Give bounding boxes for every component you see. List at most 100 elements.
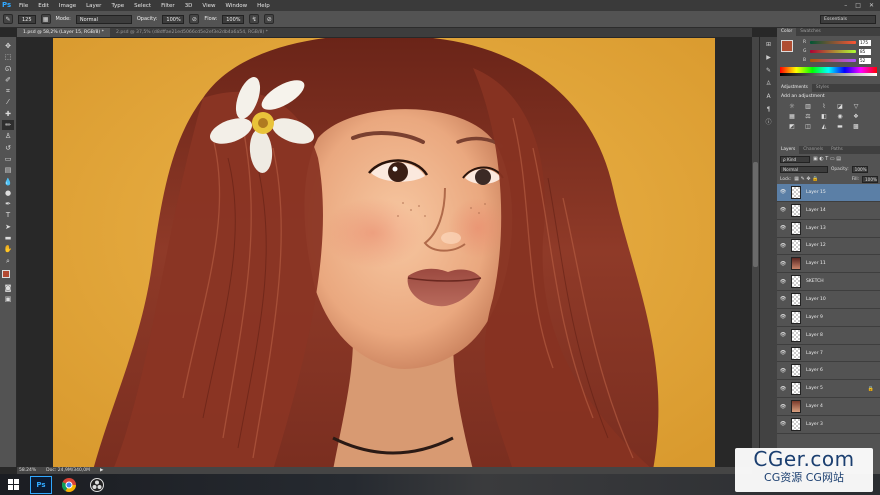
blur-icon[interactable]: 💧: [2, 177, 14, 187]
selective-color-icon[interactable]: ▩: [851, 123, 861, 130]
menu-type[interactable]: Type: [106, 3, 129, 9]
visibility-eye-icon[interactable]: 👁: [777, 225, 789, 231]
windows-start-icon[interactable]: [2, 476, 24, 494]
shape-icon[interactable]: ▬: [2, 233, 14, 243]
history-brush-icon[interactable]: ↺: [2, 143, 14, 153]
visibility-eye-icon[interactable]: 👁: [777, 243, 789, 249]
brush-size-picker[interactable]: 125: [18, 14, 36, 24]
tab-swatches[interactable]: Swatches: [796, 28, 825, 36]
lasso-icon[interactable]: ᘏ: [2, 64, 14, 74]
layer-row[interactable]: 👁 Layer 12: [777, 237, 880, 256]
vibrance-icon[interactable]: ▽: [851, 103, 861, 110]
character-panel-icon[interactable]: A: [763, 92, 774, 101]
threshold-icon[interactable]: ◭: [819, 123, 829, 130]
pressure-size-icon[interactable]: ⊘: [264, 14, 275, 24]
properties-panel-icon[interactable]: ⓘ: [763, 118, 774, 127]
chrome-icon[interactable]: [58, 476, 80, 494]
visibility-eye-icon[interactable]: 👁: [777, 279, 789, 285]
layer-row[interactable]: 👁 Layer 8: [777, 326, 880, 345]
black-white-icon[interactable]: ◧: [819, 113, 829, 120]
vertical-scrollbar[interactable]: [752, 37, 759, 467]
workspace-select[interactable]: Essentials: [820, 15, 876, 24]
paragraph-panel-icon[interactable]: ¶: [763, 105, 774, 114]
healing-icon[interactable]: ✚: [2, 109, 14, 119]
menu-help[interactable]: Help: [252, 3, 275, 9]
slider-b[interactable]: B 52: [777, 56, 880, 65]
obs-icon[interactable]: [86, 476, 108, 494]
gradient-icon[interactable]: ▤: [2, 165, 14, 175]
fill-input[interactable]: 100%: [862, 175, 878, 183]
visibility-eye-icon[interactable]: 👁: [777, 332, 789, 338]
history-panel-icon[interactable]: ⊞: [763, 40, 774, 49]
opacity-input[interactable]: 100%: [162, 14, 185, 24]
g-value-input[interactable]: 85: [859, 48, 871, 55]
b-value-input[interactable]: 52: [859, 57, 871, 64]
color-swatches[interactable]: [1, 269, 15, 282]
menu-layer[interactable]: Layer: [81, 3, 106, 9]
visibility-eye-icon[interactable]: 👁: [777, 261, 789, 267]
b-track[interactable]: [810, 59, 856, 62]
pen-icon[interactable]: ✒: [2, 199, 14, 209]
zoom-icon[interactable]: ⌕: [2, 256, 14, 266]
blend-mode-select[interactable]: Normal: [780, 165, 828, 173]
status-arrow-icon[interactable]: ▶: [100, 468, 103, 473]
layer-row[interactable]: 👁 Layer 15: [777, 184, 880, 202]
posterize-icon[interactable]: ◫: [803, 123, 813, 130]
eyedropper-icon[interactable]: ⁄: [2, 97, 14, 107]
eraser-icon[interactable]: ▭: [2, 154, 14, 164]
tab-adjustments[interactable]: Adjustments: [777, 84, 812, 92]
invert-icon[interactable]: ◩: [787, 123, 797, 130]
layer-row[interactable]: 👁 Layer 7: [777, 344, 880, 363]
brush-icon[interactable]: ✏: [2, 120, 14, 131]
visibility-eye-icon[interactable]: 👁: [777, 207, 789, 213]
layer-row[interactable]: 👁 Layer 9: [777, 308, 880, 327]
visibility-eye-icon[interactable]: 👁: [777, 189, 789, 195]
document-canvas[interactable]: [53, 38, 715, 470]
levels-icon[interactable]: ▥: [803, 103, 813, 110]
layer-row[interactable]: 👁 Layer 3: [777, 415, 880, 434]
airbrush-icon[interactable]: ↯: [249, 14, 260, 24]
tab-channels[interactable]: Channels: [799, 146, 827, 154]
scrollbar-thumb[interactable]: [753, 162, 758, 267]
actions-panel-icon[interactable]: ▶: [763, 53, 774, 62]
visibility-eye-icon[interactable]: 👁: [777, 296, 789, 302]
brush-panel-icon[interactable]: ▦: [40, 14, 51, 24]
layer-opacity-input[interactable]: 100%: [851, 165, 868, 173]
gradient-map-icon[interactable]: ▬: [835, 123, 845, 130]
visibility-eye-icon[interactable]: 👁: [777, 421, 789, 427]
layer-row[interactable]: 👁 Layer 13: [777, 219, 880, 238]
menu-window[interactable]: Window: [220, 3, 252, 9]
path-select-icon[interactable]: ➤: [2, 222, 14, 232]
g-track[interactable]: [810, 50, 856, 53]
foreground-color-swatch[interactable]: [2, 269, 10, 278]
crop-icon[interactable]: ⌗: [2, 86, 14, 96]
mode-select[interactable]: Normal: [75, 14, 132, 24]
r-track[interactable]: [810, 41, 856, 44]
fg-color-preview[interactable]: [781, 40, 793, 52]
menu-file[interactable]: File: [14, 3, 33, 9]
menu-image[interactable]: Image: [54, 3, 81, 9]
channel-mixer-icon[interactable]: ❖: [851, 113, 861, 120]
visibility-eye-icon[interactable]: 👁: [777, 386, 789, 392]
brush-tool-icon[interactable]: ✎: [3, 14, 13, 24]
minimize-button[interactable]: –: [844, 2, 847, 9]
tab-color[interactable]: Color: [777, 28, 797, 36]
tab-paths[interactable]: Paths: [827, 146, 847, 154]
menu-3d[interactable]: 3D: [180, 3, 198, 9]
kind-filter-select[interactable]: ρ Kind: [780, 155, 810, 163]
r-value-input[interactable]: 175: [859, 39, 871, 46]
move-icon[interactable]: ✥: [2, 41, 14, 51]
brush-panel-icon[interactable]: ✎: [763, 66, 774, 75]
layer-row[interactable]: 👁 Layer 10: [777, 291, 880, 309]
zoom-level[interactable]: 58.24%: [19, 468, 36, 473]
layer-row[interactable]: 👁 Layer 4: [777, 398, 880, 416]
maximize-button[interactable]: □: [855, 2, 861, 9]
layer-row[interactable]: 👁 SKETCH: [777, 273, 880, 292]
exposure-icon[interactable]: ◪: [835, 103, 845, 110]
hand-icon[interactable]: ✋: [2, 244, 14, 254]
flow-input[interactable]: 100%: [222, 14, 245, 24]
layer-row[interactable]: 👁 Layer 6: [777, 362, 880, 381]
visibility-eye-icon[interactable]: 👁: [777, 350, 789, 356]
brightness-icon[interactable]: ☼: [787, 103, 797, 110]
color-balance-icon[interactable]: ⚖: [803, 113, 813, 120]
